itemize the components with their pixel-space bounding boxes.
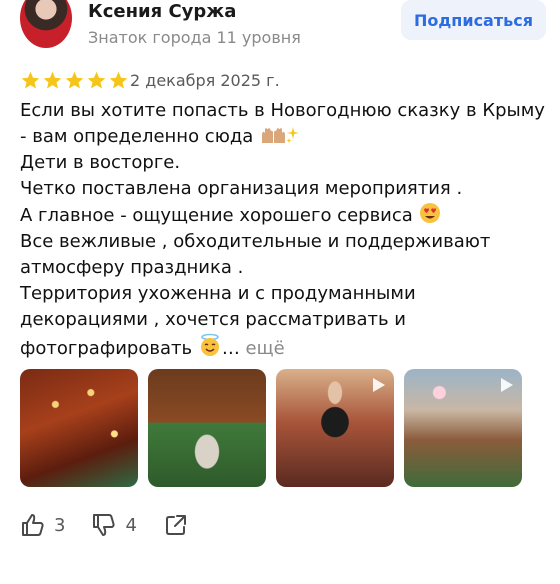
thumbs-up-icon: [22, 514, 44, 536]
review-date: 2 декабря 2025 г.: [130, 71, 280, 90]
photo-2[interactable]: [148, 369, 266, 487]
star-icon: [21, 71, 40, 89]
review-line: декорациями , хочется рассматривать и: [20, 309, 407, 330]
star-icon: [109, 71, 128, 89]
review-actions: 3 4: [20, 512, 189, 538]
halo-emoji-icon: [200, 333, 219, 356]
review-text: Если вы хотите попасть в Новогоднюю сказ…: [20, 98, 550, 362]
subscribe-button[interactable]: Подписаться: [401, 0, 546, 40]
photo-gallery: [20, 369, 522, 487]
rating-stars: [20, 70, 129, 91]
author-name[interactable]: Ксения Суржа: [88, 2, 236, 22]
star-icon: [87, 71, 106, 89]
raised-hands-icon: [262, 127, 300, 143]
review-line: Территория ухоженна и с продуманными: [20, 283, 416, 304]
review-line: Все вежливые , обходительные и поддержив…: [20, 231, 491, 252]
review-line: А главное - ощущение хорошего сервиса: [20, 202, 550, 229]
dislike-button[interactable]: 4: [91, 512, 137, 538]
like-button[interactable]: 3: [20, 512, 65, 538]
review-line: атмосферу праздника .: [20, 257, 244, 278]
author-level: Знаток города 11 уровня: [88, 28, 301, 47]
thumbs-down-icon: [93, 514, 116, 536]
share-icon: [165, 515, 186, 535]
heart-eyes-emoji-icon: [419, 203, 440, 223]
photo-3[interactable]: [276, 369, 394, 487]
star-icon: [65, 71, 84, 89]
share-button[interactable]: [163, 512, 189, 538]
more-link[interactable]: ещё: [246, 338, 285, 359]
star-icon: [43, 71, 62, 89]
review-line: Если вы хотите попасть в Новогоднюю сказ…: [20, 100, 545, 121]
review-line: Дети в восторге.: [20, 152, 181, 173]
dislike-count: 4: [125, 514, 137, 536]
author-avatar[interactable]: [20, 0, 72, 48]
like-count: 3: [54, 514, 66, 536]
play-icon: [501, 378, 513, 392]
photo-1[interactable]: [20, 369, 138, 487]
review-line: - вам определенно сюда: [20, 124, 550, 150]
play-icon: [373, 378, 385, 392]
review-line: Четко поставлена организация мероприятия…: [20, 178, 463, 199]
photo-4[interactable]: [404, 369, 522, 487]
review-line: фотографировать … ещё: [20, 333, 550, 362]
